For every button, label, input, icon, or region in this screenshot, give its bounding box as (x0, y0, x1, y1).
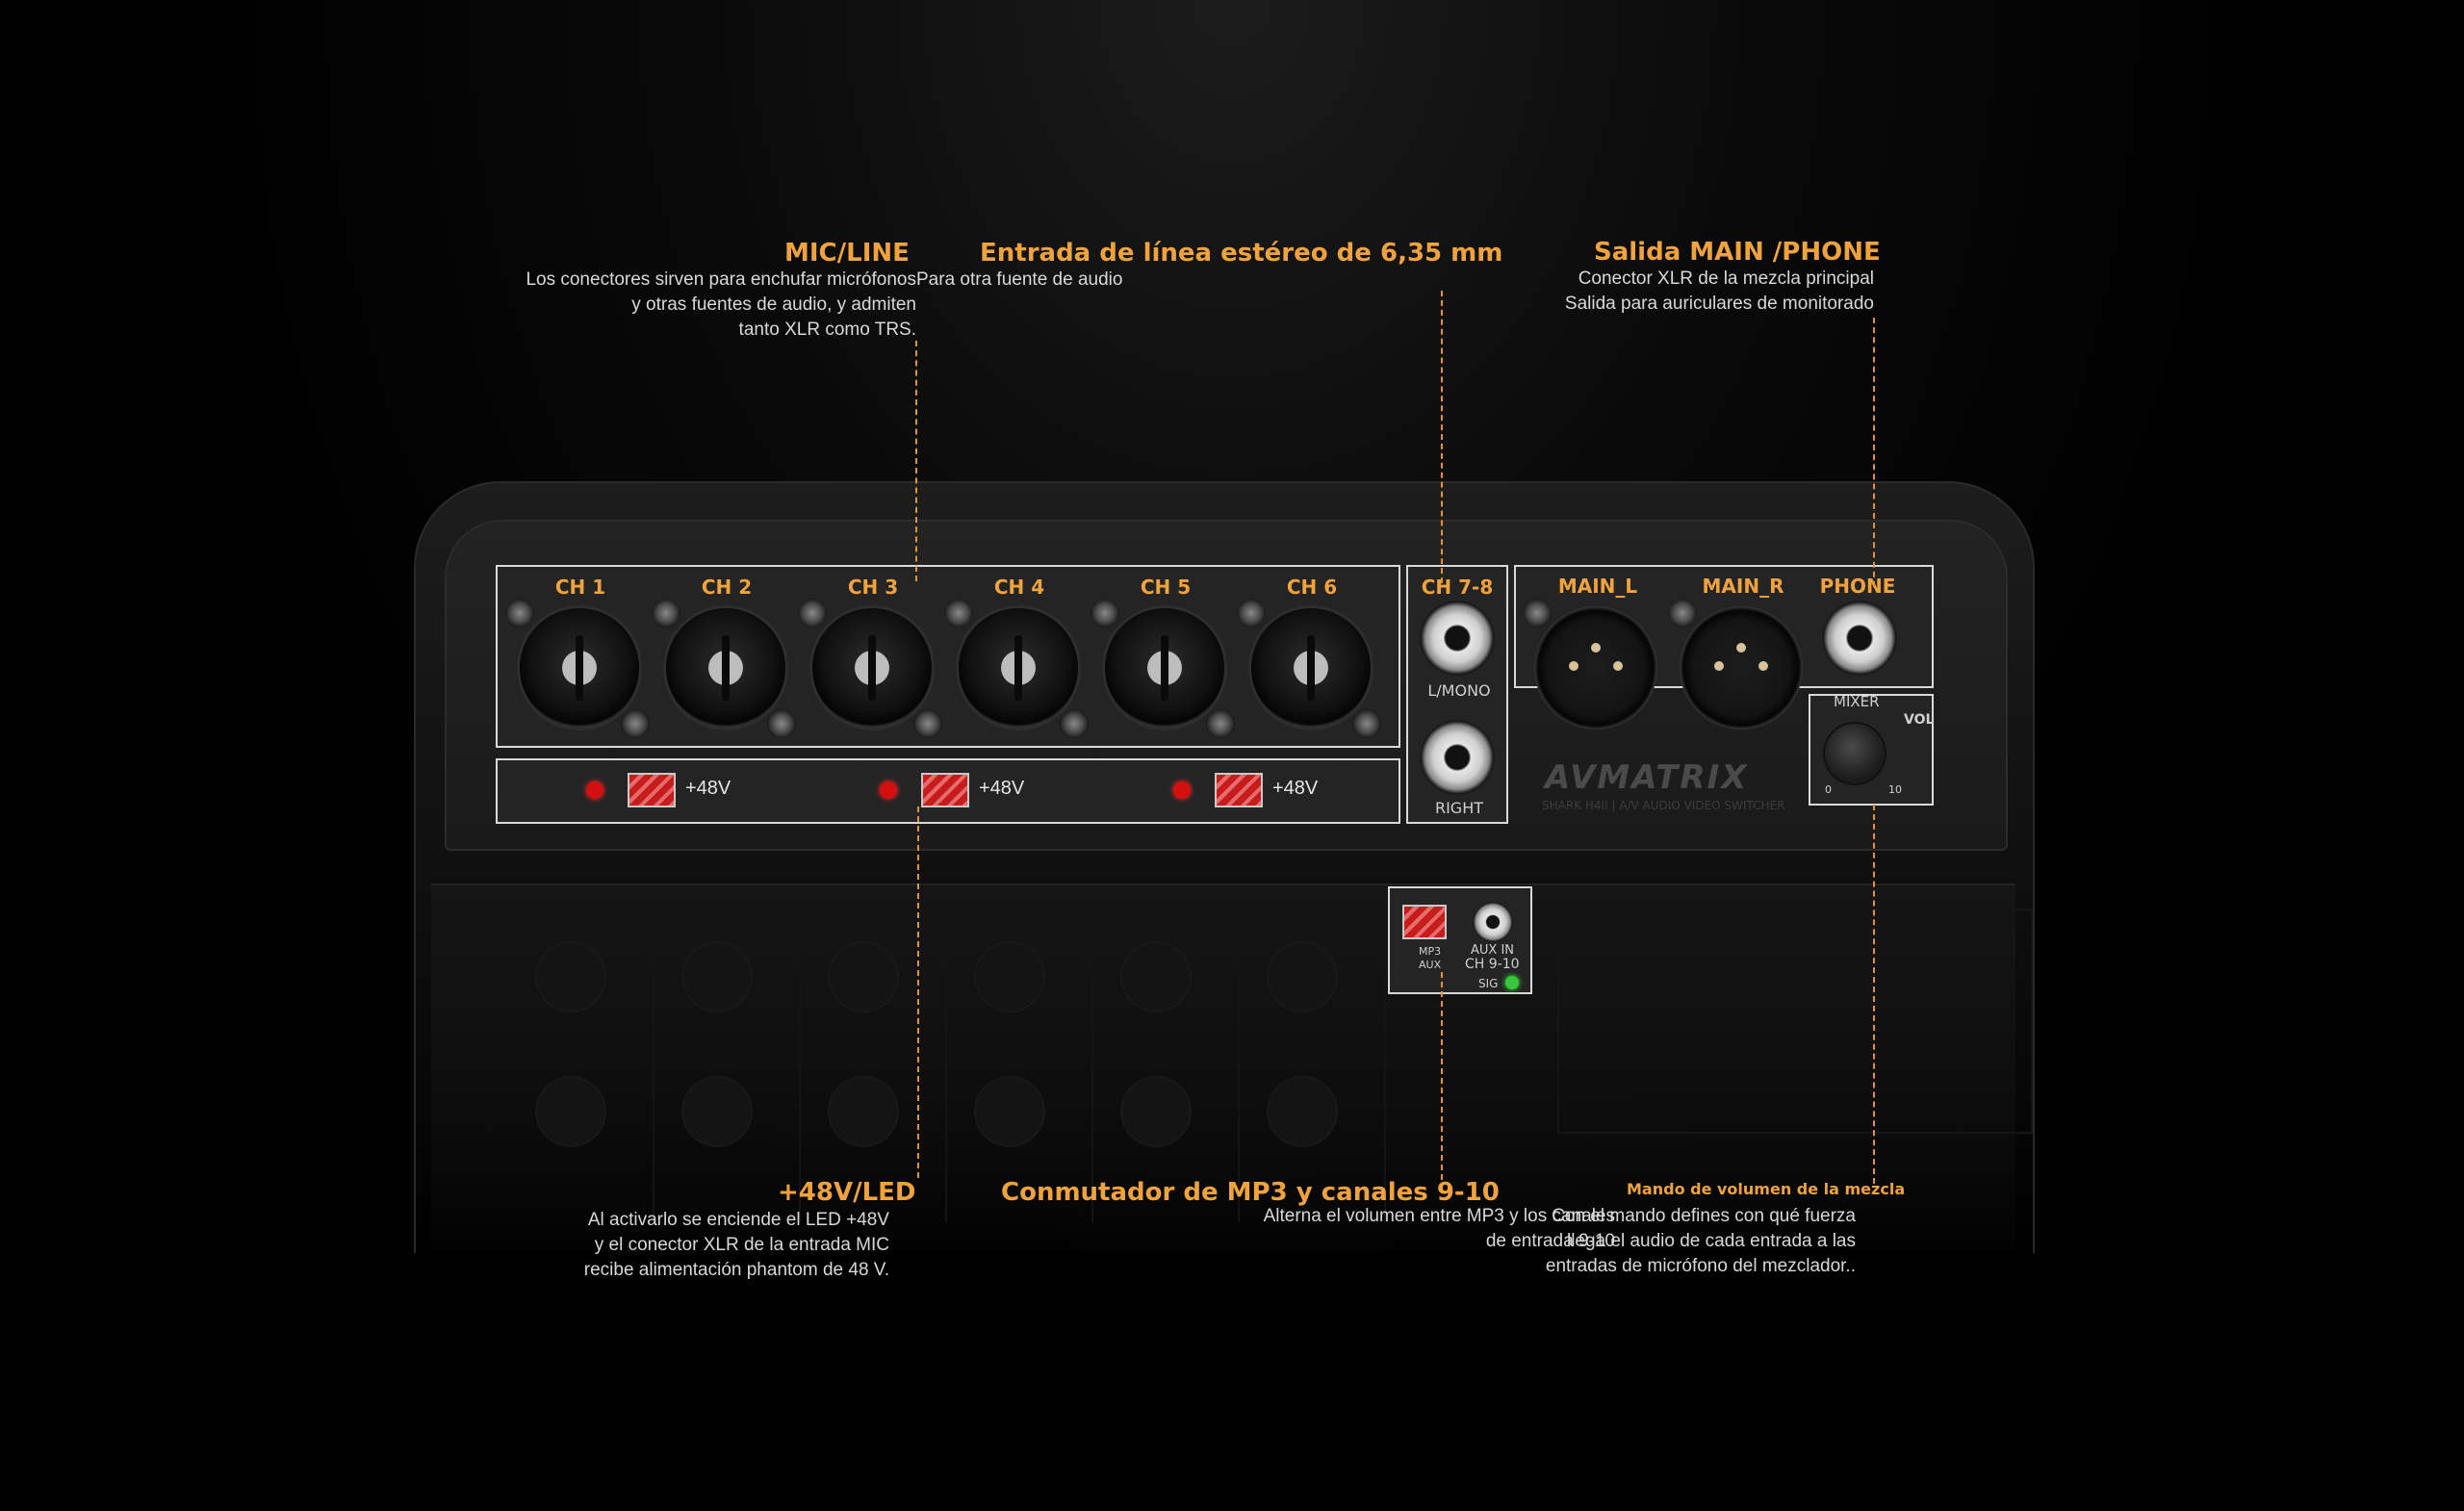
callout-title-main-phone: Salida MAIN /PHONE (1594, 238, 1881, 267)
output-label: PHONE (1819, 575, 1896, 598)
gain-knob (683, 943, 751, 1011)
phantom-label: +48V (685, 778, 732, 799)
output-label: MAIN_R (1702, 575, 1784, 598)
high-knob (1122, 1078, 1190, 1145)
callout-title-mixer-vol: Mando de volumen de la mezcla (1627, 1180, 1906, 1198)
screw-icon (1060, 709, 1089, 738)
callout-desc-main-phone: Conector XLR de la mezcla principal Sali… (1564, 269, 1874, 314)
callout-desc-phantom: Al activarlo se enciende el LED +48V y e… (583, 1210, 889, 1280)
channel-label: CH 4 (993, 576, 1045, 599)
vol-label: VOL (1904, 712, 1935, 728)
aux-in-label: AUX IN (1471, 943, 1515, 958)
channel-label: CH 6 (1286, 576, 1338, 599)
output-label: MAIN_L (1557, 575, 1638, 598)
phantom-led (880, 781, 897, 799)
leader-line-main-phone (1873, 318, 1875, 587)
jack-phone[interactable] (1822, 601, 1897, 676)
ch78-right-label: RIGHT (1434, 799, 1484, 817)
high-knob (976, 1078, 1043, 1145)
xlr-main-left[interactable] (1534, 606, 1657, 730)
callout-title-mic-line: MIC/LINE (784, 239, 910, 268)
ch78-label: CH 7-8 (1421, 576, 1494, 599)
high-knob (683, 1078, 751, 1145)
channel-label: CH 5 (1140, 576, 1192, 599)
gain-knob (1269, 943, 1336, 1011)
callout-desc-mic-line: Los conectores sirven para enchufar micr… (526, 269, 916, 340)
screw-icon (1352, 709, 1381, 738)
combo-jack-ch2[interactable] (666, 608, 785, 728)
high-knob (830, 1078, 897, 1145)
combo-jack-ch3[interactable] (812, 608, 932, 728)
mixer-max-label: 10 (1888, 783, 1902, 796)
mp3-label: MP3 (1419, 945, 1442, 958)
ch78-left-label: L/MONO (1427, 681, 1491, 700)
sig-label: SIG (1478, 977, 1499, 990)
callout-desc-line-in: Para otra fuente de audio (916, 269, 1123, 290)
high-knob (1269, 1078, 1336, 1145)
channel-label: CH 2 (701, 576, 753, 599)
channel-label: CH 3 (847, 576, 899, 599)
screw-icon (767, 709, 796, 738)
phantom-switch[interactable] (1215, 773, 1263, 807)
phantom-label: +48V (1272, 778, 1319, 799)
ch910-label: CH 9-10 (1465, 957, 1520, 972)
display-area (1557, 909, 2033, 1134)
gain-knob (537, 943, 604, 1011)
jack-ch78-left[interactable] (1420, 601, 1495, 676)
channel-strip (1240, 905, 1386, 1222)
screw-icon (652, 599, 680, 627)
mixer-label: MIXER (1834, 693, 1880, 710)
phantom-label: +48V (979, 778, 1025, 799)
combo-jack-ch5[interactable] (1105, 608, 1224, 728)
screw-icon (621, 709, 650, 738)
model-label: SHARK H4II | A/V AUDIO VIDEO SWITCHER (1542, 799, 1785, 812)
phantom-led (1173, 781, 1191, 799)
channel-strip (1093, 905, 1240, 1222)
phantom-switch[interactable] (628, 773, 676, 807)
combo-jack-ch4[interactable] (959, 608, 1078, 728)
aux-in-jack[interactable] (1473, 902, 1513, 942)
channel-label: CH 1 (554, 576, 606, 599)
mixer-min-label: 0 (1825, 783, 1832, 796)
callout-title-mp3: Conmutador de MP3 y canales 9-10 (1001, 1178, 1500, 1207)
screw-icon (913, 709, 942, 738)
high-knob (537, 1078, 604, 1145)
brand-logo: AVMATRIX (1545, 758, 1749, 797)
leader-line-line-in (1441, 291, 1443, 583)
screw-icon (1206, 709, 1235, 738)
callout-title-line-in: Entrada de línea estéreo de 6,35 mm (980, 239, 1503, 268)
channel-strip (654, 905, 801, 1222)
mp3-aux-switch[interactable] (1402, 905, 1447, 939)
callout-desc-mixer-vol: Con el mando defines con qué fuerza lleg… (1545, 1206, 1856, 1276)
leader-line-mic-line (915, 341, 917, 581)
combo-jack-ch1[interactable] (520, 608, 639, 728)
gain-knob (830, 943, 897, 1011)
callout-title-phantom: +48V/LED (778, 1178, 916, 1207)
jack-ch78-right[interactable] (1420, 720, 1495, 795)
leader-line-phantom (917, 807, 919, 1178)
screw-icon (1091, 599, 1119, 627)
aux-label: AUX (1419, 959, 1442, 971)
channel-strip (508, 905, 654, 1222)
phantom-led (586, 781, 603, 799)
screw-icon (798, 599, 827, 627)
screw-icon (1523, 599, 1552, 627)
gain-knob (976, 943, 1043, 1011)
channel-strip (947, 905, 1093, 1222)
screw-icon (1668, 599, 1697, 627)
combo-jack-ch6[interactable] (1251, 608, 1371, 728)
screw-icon (505, 599, 534, 627)
sig-led (1505, 976, 1519, 989)
phantom-switch[interactable] (921, 773, 969, 807)
screw-icon (1237, 599, 1266, 627)
screw-icon (944, 599, 973, 627)
leader-line-mixer-vol (1873, 805, 1875, 1184)
mixer-volume-knob[interactable] (1825, 724, 1885, 783)
xlr-main-right[interactable] (1680, 606, 1803, 730)
leader-line-mp3 (1441, 972, 1443, 1190)
channel-strip (801, 905, 947, 1222)
gain-knob (1122, 943, 1190, 1011)
